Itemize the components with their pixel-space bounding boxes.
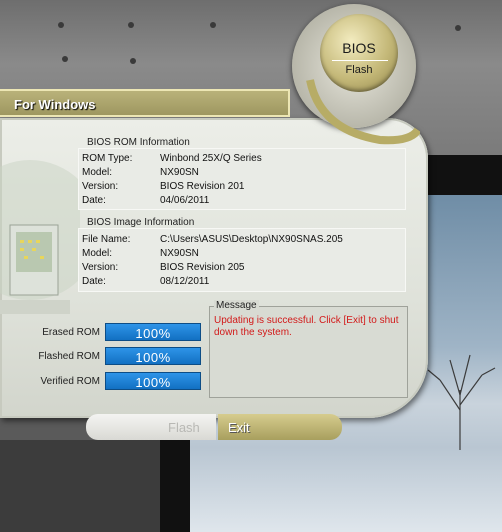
flash-button[interactable]: Flash [86,414,216,440]
rom-model-label: Model: [82,167,113,178]
message-text: Updating is successful. Click [Exit] to … [214,315,399,338]
window-title: For Windows [14,97,96,112]
rom-model-value: NX90SN [160,167,199,178]
image-info-heading: BIOS Image Information [87,217,195,228]
logo-title: BIOS [342,40,376,56]
verified-rom-label: Verified ROM [40,376,100,387]
exit-button[interactable]: Exit [218,414,342,440]
flashed-rom-label: Flashed ROM [38,351,100,362]
file-name-label: File Name: [82,234,131,245]
progress-percent: 100% [135,326,171,341]
rom-info-heading: BIOS ROM Information [87,137,190,148]
computer-illustration [0,160,80,314]
rom-date-label: Date: [82,195,106,206]
progress-percent: 100% [135,350,171,365]
message-label: Message [214,300,259,311]
image-model-label: Model: [82,248,113,259]
exit-button-label: Exit [228,420,250,435]
rom-version-value: BIOS Revision 201 [160,181,245,192]
verified-rom-progress: 100% [105,372,201,390]
flashed-rom-progress: 100% [105,347,201,365]
erased-rom-progress: 100% [105,323,201,341]
window-title-bar[interactable]: For Windows [0,89,290,117]
image-version-label: Version: [82,262,119,273]
image-model-value: NX90SN [160,248,199,259]
flash-button-label: Flash [168,420,200,435]
tree-illustration [427,354,496,450]
image-date-label: Date: [82,276,106,287]
button-bar: Flash Exit [86,414,342,440]
rom-type-label: ROM Type: [82,153,133,164]
progress-percent: 100% [135,375,171,390]
rom-type-value: Winbond 25X/Q Series [160,153,262,164]
image-date-value: 08/12/2011 [160,276,210,287]
logo-subtitle: Flash [345,64,373,76]
rom-version-label: Version: [82,181,119,192]
erased-rom-label: Erased ROM [42,327,100,338]
logo-divider [332,60,388,61]
file-name-value: C:\Users\ASUS\Desktop\NX90SNAS.205 [160,234,343,245]
image-version-value: BIOS Revision 205 [160,262,245,273]
rom-date-value: 04/06/2011 [160,195,210,206]
